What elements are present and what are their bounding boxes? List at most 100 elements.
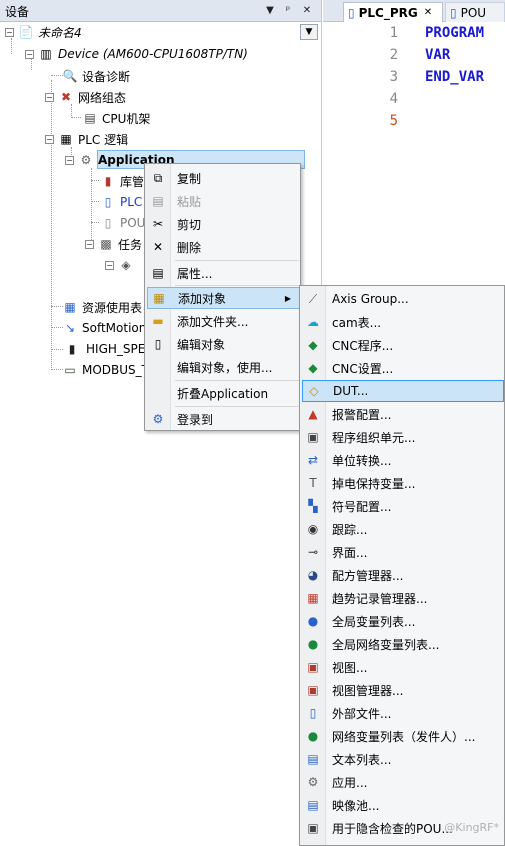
collapse-icon[interactable]: − bbox=[65, 155, 74, 165]
line-number: 1 bbox=[389, 25, 398, 41]
submenu-item[interactable]: ◇ DUT... bbox=[302, 380, 504, 402]
menu-item-add-folder[interactable]: ▬ 添加文件夹... bbox=[147, 310, 300, 332]
panel-header: 设备 ▼ ᵖ ✕ bbox=[0, 0, 321, 22]
menu-item-paste[interactable]: ▤ 粘贴 bbox=[147, 190, 300, 212]
tree-item-cpu-rack[interactable]: ▤ CPU机架 bbox=[82, 108, 150, 128]
collapse-icon[interactable]: − bbox=[85, 239, 94, 249]
io-module-icon: ▮ bbox=[68, 342, 76, 356]
submenu-item-label: 符号配置... bbox=[332, 499, 392, 514]
code-line[interactable]: END_VAR bbox=[425, 69, 484, 85]
submenu-item[interactable]: ◆ CNC程序... bbox=[302, 334, 504, 356]
tree-item-library[interactable]: ▮ 库管 bbox=[100, 171, 144, 191]
line-number: 2 bbox=[389, 47, 398, 63]
submenu-item[interactable]: ▦ 趋势记录管理器... bbox=[302, 587, 504, 609]
submenu-item[interactable]: ☁ cam表... bbox=[302, 311, 504, 333]
project-icon: 📄 bbox=[18, 25, 34, 39]
collapse-icon[interactable]: − bbox=[105, 260, 114, 270]
tab-plc-prg[interactable]: ▯ PLC_PRG ✕ bbox=[343, 2, 443, 22]
submenu-item[interactable]: ▯ 外部文件... bbox=[302, 702, 504, 724]
tree-item-plc-prg[interactable]: ▯ PLC bbox=[100, 192, 143, 212]
submenu-item[interactable]: ◉ 跟踪... bbox=[302, 518, 504, 540]
tree-item-device[interactable]: − ▥ Device (AM600-CPU1608TP/TN) bbox=[25, 44, 248, 64]
submenu-item[interactable]: ▤ 文本列表... bbox=[302, 748, 504, 770]
motion-icon: ↘ bbox=[64, 321, 76, 335]
global-net-var-icon: ● bbox=[307, 637, 319, 651]
submenu-item[interactable]: ● 网络变量列表（发件人）... bbox=[302, 725, 504, 747]
code-line[interactable]: PROGRAM bbox=[425, 25, 484, 41]
pou-icon: ▯ bbox=[104, 216, 112, 230]
tab-pou[interactable]: ▯ POU bbox=[445, 2, 505, 22]
menu-item-delete[interactable]: ✕ 删除 bbox=[147, 236, 300, 258]
menu-item-properties[interactable]: ▤ 属性... bbox=[147, 262, 300, 284]
cnc-program-icon: ◆ bbox=[308, 338, 318, 352]
submenu-item-label: 映像池... bbox=[332, 798, 380, 813]
submenu-item[interactable]: ⚙ 应用... bbox=[302, 771, 504, 793]
menu-item-copy[interactable]: ⧉ 复制 bbox=[147, 167, 300, 189]
submenu-item[interactable]: ▣ 视图... bbox=[302, 656, 504, 678]
folder-icon: ▬ bbox=[152, 314, 164, 328]
submenu-item[interactable]: ● 全局网络变量列表... bbox=[302, 633, 504, 655]
submenu-item[interactable]: ▤ 映像池... bbox=[302, 794, 504, 816]
unit-convert-icon: ⇄ bbox=[307, 453, 319, 467]
submenu-item[interactable]: ⊸ 界面... bbox=[302, 541, 504, 563]
gear-icon: ⚙ bbox=[80, 153, 92, 167]
tree-item-root[interactable]: − 📄 未命名4 bbox=[5, 22, 82, 42]
submenu-item-label: 全局变量列表... bbox=[332, 614, 416, 629]
code-line[interactable]: VAR bbox=[425, 47, 450, 63]
submenu-item-label: 趋势记录管理器... bbox=[332, 591, 428, 606]
submenu-item[interactable]: ▚ 符号配置... bbox=[302, 495, 504, 517]
submenu-item[interactable]: ⇄ 单位转换... bbox=[302, 449, 504, 471]
editor-tabbar: ▯ PLC_PRG ✕ ▯ POU bbox=[323, 0, 505, 22]
submenu-item-label: 网络变量列表（发件人）... bbox=[332, 729, 476, 744]
collapse-icon[interactable]: − bbox=[5, 27, 14, 37]
tree-dropdown-button[interactable]: ▼ bbox=[300, 24, 318, 40]
submenu-item[interactable]: ◕ 配方管理器... bbox=[302, 564, 504, 586]
menu-item-edit-object-with[interactable]: 编辑对象，使用... bbox=[147, 356, 300, 378]
collapse-icon[interactable]: − bbox=[25, 49, 34, 59]
tree-item-modbus[interactable]: ▭ MODBUS_TC bbox=[62, 360, 156, 380]
submenu-item[interactable]: ● 全局变量列表... bbox=[302, 610, 504, 632]
submenu-item[interactable]: ◆ CNC设置... bbox=[302, 357, 504, 379]
tree-item-resource[interactable]: ▦ 资源使用表 bbox=[62, 297, 142, 317]
menu-item-fold-application[interactable]: 折叠Application bbox=[147, 382, 300, 404]
submenu-item-label: 掉电保持变量... bbox=[332, 476, 416, 491]
table-icon: ▦ bbox=[64, 300, 76, 314]
tree-item-network[interactable]: − ✖ 网络组态 bbox=[45, 87, 126, 107]
collapse-icon[interactable]: − bbox=[45, 134, 54, 144]
scissors-icon: ✂ bbox=[152, 217, 164, 231]
submenu-item[interactable]: ▲ 报警配置... bbox=[302, 403, 504, 425]
tree-item-pou[interactable]: ▯ POU bbox=[100, 213, 146, 233]
submenu-item-label: CNC程序... bbox=[332, 338, 394, 353]
trend-icon: ▦ bbox=[307, 591, 319, 605]
pin-icon[interactable]: ᵖ bbox=[280, 3, 296, 19]
rack-icon: ▤ bbox=[84, 111, 96, 125]
axis-group-icon: ⟋ bbox=[308, 291, 318, 306]
menu-item-add-object[interactable]: ▦ 添加对象 ▶ bbox=[147, 287, 300, 309]
panel-menu-icon[interactable]: ▼ bbox=[262, 3, 278, 19]
tree-item-high-speed[interactable]: ▮ HIGH_SPE bbox=[62, 339, 146, 359]
collapse-icon[interactable]: − bbox=[45, 92, 54, 102]
visu-icon: ▣ bbox=[307, 660, 319, 674]
menu-item-cut[interactable]: ✂ 剪切 bbox=[147, 213, 300, 235]
tree-item-task-child[interactable]: − ◈ bbox=[105, 255, 138, 275]
tree-item-plc-logic[interactable]: − ▦ PLC 逻辑 bbox=[45, 129, 128, 149]
external-file-icon: ▯ bbox=[309, 706, 317, 720]
submenu-item[interactable]: ⟋ Axis Group... bbox=[302, 288, 504, 310]
tree-item-task[interactable]: − ▩ 任务 bbox=[85, 234, 142, 254]
net-var-sender-icon: ● bbox=[307, 729, 319, 743]
menu-item-edit-object[interactable]: ▯ 编辑对象 bbox=[147, 333, 300, 355]
submenu-item-label: 配方管理器... bbox=[332, 568, 404, 583]
alarm-icon: ▲ bbox=[308, 407, 318, 421]
interface-icon: ⊸ bbox=[307, 545, 319, 559]
submenu-item[interactable]: ▣ 视图管理器... bbox=[302, 679, 504, 701]
symbol-config-icon: ▚ bbox=[308, 499, 318, 513]
tree-item-diag[interactable]: 🔍 设备诊断 bbox=[62, 66, 131, 86]
menu-item-login[interactable]: ⚙ 登录到 bbox=[147, 408, 300, 430]
implicit-check-icon: ▣ bbox=[307, 821, 319, 835]
tab-close-icon[interactable]: ✕ bbox=[424, 7, 432, 18]
submenu-item-label: 应用... bbox=[332, 775, 368, 790]
submenu-item[interactable]: T 掉电保持变量... bbox=[302, 472, 504, 494]
submenu-item-label: DUT... bbox=[333, 384, 369, 398]
close-icon[interactable]: ✕ bbox=[299, 3, 315, 19]
submenu-item[interactable]: ▣ 程序组织单元... bbox=[302, 426, 504, 448]
